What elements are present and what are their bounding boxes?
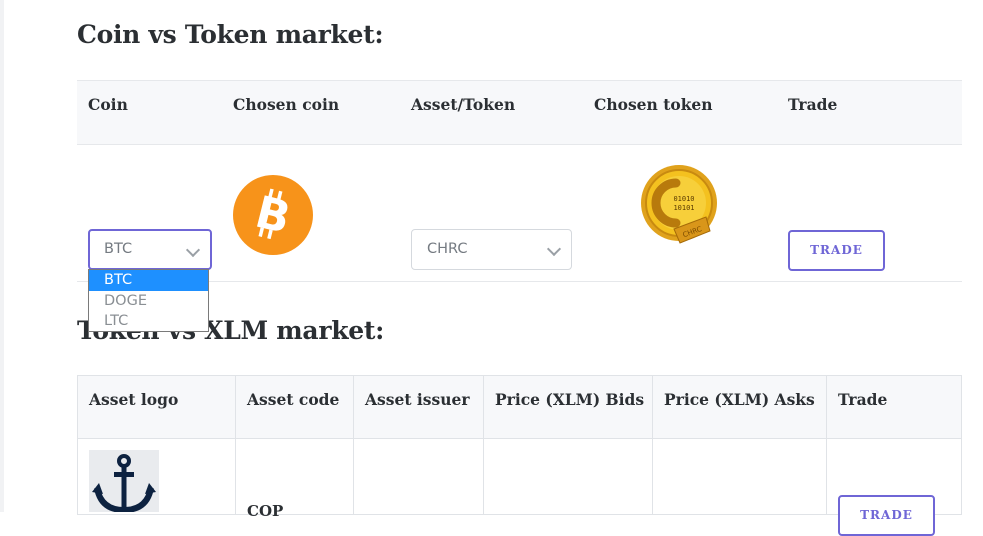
svg-text:10101: 10101 (673, 204, 694, 212)
header-asset-token: Asset/Token (411, 95, 516, 114)
token-select[interactable]: CHRC (411, 229, 572, 270)
header-chosen-token: Chosen token (594, 95, 713, 114)
header-asset-code: Asset code (247, 390, 340, 409)
header-chosen-coin: Chosen coin (233, 95, 340, 114)
column-divider (235, 375, 236, 515)
column-divider (826, 375, 827, 515)
dropdown-option-doge[interactable]: DOGE (89, 291, 208, 312)
trade-button[interactable]: TRADE (838, 495, 935, 536)
header-price-asks: Price (XLM) Asks (664, 390, 815, 409)
header-trade: Trade (788, 95, 838, 114)
page-left-edge (0, 0, 4, 512)
coin-table-row-border (77, 281, 962, 282)
bitcoin-logo-icon: B (233, 175, 313, 255)
anchor-icon (92, 454, 156, 512)
dropdown-option-btc[interactable]: BTC (89, 270, 208, 291)
header-coin: Coin (88, 95, 128, 114)
chrc-coin-logo-icon: 01010 10101 CHRC (641, 165, 717, 244)
chevron-down-icon (185, 242, 201, 258)
column-divider (652, 375, 653, 515)
coin-select-dropdown: BTC DOGE LTC (88, 269, 209, 332)
coin-market-title: Coin vs Token market: (77, 20, 384, 49)
chevron-down-icon (546, 241, 562, 257)
asset-code-cell: COP (247, 502, 284, 520)
header-trade: Trade (838, 390, 888, 409)
dropdown-option-ltc[interactable]: LTC (89, 311, 208, 332)
header-price-bids: Price (XLM) Bids (495, 390, 645, 409)
column-divider (483, 375, 484, 515)
asset-logo (89, 450, 159, 512)
header-asset-logo: Asset logo (89, 390, 179, 409)
coin-select[interactable]: BTC (88, 229, 212, 270)
trade-button[interactable]: TRADE (788, 230, 885, 271)
column-divider (353, 375, 354, 515)
svg-text:01010: 01010 (673, 195, 694, 203)
token-select-value: CHRC (427, 241, 468, 257)
coin-select-value: BTC (104, 241, 133, 257)
header-asset-issuer: Asset issuer (365, 390, 470, 409)
